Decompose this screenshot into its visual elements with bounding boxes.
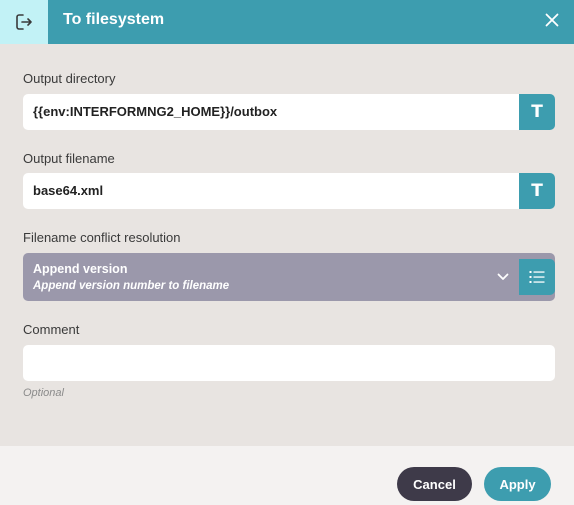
- dialog-title: To filesystem: [63, 11, 165, 28]
- header-icon-box: [0, 0, 48, 44]
- select-selected-value: Append version: [33, 262, 128, 276]
- output-directory-row: {{env:INTERFORMNG2_HOME}}/outbox T: [23, 94, 555, 130]
- cancel-button[interactable]: Cancel: [397, 467, 472, 501]
- select-dropdown-toggle[interactable]: [493, 267, 513, 287]
- comment-label: Comment: [23, 322, 80, 337]
- select-selected-description: Append version number to filename: [33, 280, 230, 292]
- dialog-header: To filesystem: [0, 0, 574, 44]
- dialog-footer: Cancel Apply: [0, 446, 574, 505]
- output-filename-label: Output filename: [23, 151, 115, 166]
- output-filename-row: base64.xml T: [23, 173, 555, 209]
- output-directory-label: Output directory: [23, 71, 116, 86]
- text-mode-icon: T: [531, 102, 543, 122]
- close-icon: [545, 13, 559, 27]
- apply-button[interactable]: Apply: [484, 467, 551, 501]
- output-directory-input[interactable]: {{env:INTERFORMNG2_HOME}}/outbox: [23, 94, 519, 130]
- close-button[interactable]: [540, 8, 564, 32]
- text-mode-icon: T: [531, 181, 543, 201]
- conflict-resolution-list-button[interactable]: [519, 259, 555, 295]
- output-filename-input[interactable]: base64.xml: [23, 173, 519, 209]
- comment-input[interactable]: [23, 345, 555, 381]
- conflict-resolution-label: Filename conflict resolution: [23, 230, 181, 245]
- output-directory-text-mode-button[interactable]: T: [519, 94, 555, 130]
- list-icon: [529, 271, 545, 283]
- chevron-down-icon: [497, 273, 509, 280]
- conflict-resolution-select[interactable]: Append version Append version number to …: [23, 253, 555, 301]
- output-filename-text-mode-button[interactable]: T: [519, 173, 555, 209]
- exit-icon: [16, 14, 32, 30]
- comment-hint: Optional: [23, 387, 64, 399]
